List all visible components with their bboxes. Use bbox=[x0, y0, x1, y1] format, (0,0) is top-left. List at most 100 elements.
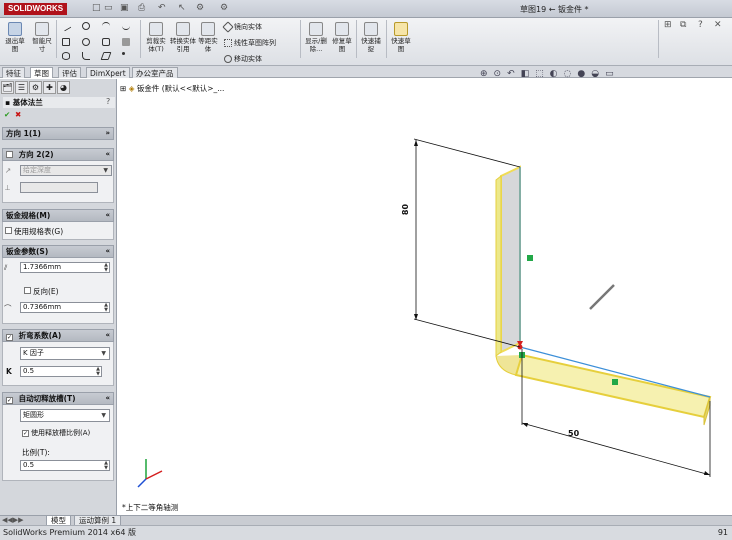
cancel-button[interactable]: ✖ bbox=[15, 110, 21, 119]
thickness-input[interactable]: 1.7366mm ▲ ▼ bbox=[20, 262, 110, 273]
tab-scroll-icon[interactable]: ◀◀▶▶ bbox=[2, 516, 24, 524]
bend-allowance-checkbox[interactable]: ✓ bbox=[6, 334, 13, 341]
view-settings-icon[interactable]: ▭ bbox=[605, 69, 614, 79]
print-icon[interactable]: ⎙ bbox=[138, 3, 145, 13]
previous-view-icon[interactable]: ↶ bbox=[507, 69, 515, 79]
plane-tool[interactable] bbox=[100, 52, 112, 60]
direction2-section[interactable]: 方向 2(2) « bbox=[2, 148, 114, 161]
solidworks-logo[interactable]: SOLIDWORKS bbox=[4, 3, 68, 15]
rectangle-tool[interactable] bbox=[62, 38, 70, 46]
tab-sketch[interactable]: 草图 bbox=[30, 67, 53, 78]
zoom-area-icon[interactable]: ⊙ bbox=[494, 69, 502, 79]
ellipse-tool[interactable] bbox=[62, 52, 70, 60]
sketch-relation-marker[interactable] bbox=[527, 255, 533, 261]
rapid-sketch-button[interactable]: 快速草图 bbox=[390, 22, 412, 53]
relief-ratio-option-label: 使用释放槽比例(A) bbox=[31, 429, 91, 437]
repair-sketch-button[interactable]: 修复草图 bbox=[332, 22, 352, 53]
line-icon bbox=[60, 20, 72, 32]
gauge-section[interactable]: 钣金规格(M) « bbox=[2, 209, 114, 222]
dimxpert-manager-tab-icon[interactable]: ✚ bbox=[43, 81, 56, 94]
help-icon[interactable]: ? bbox=[698, 20, 703, 30]
tab-features[interactable]: 特征 bbox=[2, 67, 25, 78]
display-manager-tab-icon[interactable]: ◕ bbox=[57, 81, 70, 94]
undo-icon[interactable]: ↶ bbox=[158, 3, 166, 13]
configuration-manager-tab-icon[interactable]: ⚙ bbox=[29, 81, 42, 94]
fillet-tool[interactable] bbox=[82, 52, 90, 60]
point-tool[interactable] bbox=[122, 52, 125, 55]
close-window-icon[interactable]: ✕ bbox=[714, 20, 722, 30]
trim-button[interactable]: 剪裁实体(T) bbox=[144, 22, 168, 53]
zoom-to-fit-icon[interactable]: ⊕ bbox=[480, 69, 488, 79]
tab-office-products[interactable]: 办公室产品 bbox=[132, 67, 178, 78]
arc-tool[interactable] bbox=[102, 22, 110, 30]
view-orientation-icon[interactable]: ⬚ bbox=[535, 69, 544, 79]
display-style-icon[interactable]: ◐ bbox=[550, 69, 558, 79]
offset-entities-button[interactable]: 等距实体 bbox=[198, 22, 218, 53]
help-question-icon[interactable]: ? bbox=[106, 97, 110, 106]
horizontal-flange-face[interactable] bbox=[514, 353, 712, 419]
sketch-relation-marker[interactable] bbox=[612, 379, 618, 385]
relief-ratio-checkbox[interactable]: ✓ bbox=[22, 430, 29, 437]
save-icon[interactable]: ▣ bbox=[120, 3, 129, 13]
k-factor-input[interactable]: 0.5 ▲ ▼ bbox=[20, 366, 102, 377]
smart-dimension-button[interactable]: 智能尺寸 bbox=[30, 22, 54, 53]
ratio-input[interactable]: 0.5 ▲ ▼ bbox=[20, 460, 110, 471]
bend-type-select[interactable]: K 因子 ▼ bbox=[20, 347, 110, 360]
horizontal-dimension-value[interactable]: 50 bbox=[568, 429, 579, 438]
collapse-chevron-icon: « bbox=[105, 247, 110, 255]
horizontal-dimension-line[interactable] bbox=[521, 422, 711, 476]
end-condition-select[interactable]: 给定深度 ▼ bbox=[20, 165, 112, 176]
window-cascade-icon[interactable]: ⧉ bbox=[680, 20, 686, 30]
direction1-section[interactable]: 方向 1(1) » bbox=[2, 127, 114, 140]
mirror-entities-button[interactable]: 镜向实体 bbox=[222, 21, 262, 33]
depth-input[interactable] bbox=[20, 182, 98, 193]
spline-tool[interactable] bbox=[122, 22, 130, 30]
hide-show-icon[interactable]: ◌ bbox=[564, 69, 572, 79]
auto-relief-checkbox[interactable]: ✓ bbox=[6, 397, 13, 404]
graphics-area[interactable]: ⊞ ◈ 钣金件 (默认<<默认>_... ⊕ ⊙ ↶ ◧ ⬚ ◐ ◌ ● ◒ ▭ bbox=[118, 69, 732, 515]
triad-x-axis bbox=[145, 470, 163, 480]
exit-sketch-button[interactable]: 退出草图 bbox=[4, 22, 26, 53]
scene-icon[interactable]: ◒ bbox=[591, 69, 599, 79]
sheet-metal-params-section[interactable]: 钣金参数(S) « bbox=[2, 245, 114, 258]
feature-manager-tab-icon[interactable]: 🗂 bbox=[1, 81, 14, 94]
spinner-icon[interactable]: ▲ ▼ bbox=[96, 367, 100, 377]
display-delete-relations-button[interactable]: 显示/删除... bbox=[304, 22, 328, 53]
rectangle-icon bbox=[62, 38, 70, 46]
use-gauge-checkbox[interactable] bbox=[5, 227, 12, 234]
window-tile-icon[interactable]: ⊞ bbox=[664, 20, 672, 30]
rebuild-icon[interactable]: ⚙ bbox=[196, 3, 204, 13]
spline-icon bbox=[122, 22, 130, 30]
circle-tool[interactable] bbox=[82, 22, 90, 30]
text-tool[interactable] bbox=[122, 38, 130, 46]
auto-relief-section[interactable]: ✓ 自动切释放槽(T) « bbox=[2, 392, 114, 405]
direction2-checkbox[interactable] bbox=[6, 151, 13, 158]
open-icon[interactable]: ▭ bbox=[104, 3, 113, 13]
spinner-icon[interactable]: ▲ ▼ bbox=[104, 461, 108, 471]
tab-evaluate[interactable]: 评估 bbox=[58, 67, 81, 78]
reverse-checkbox[interactable] bbox=[24, 287, 31, 294]
rapid-snaps-button[interactable]: 快速捕捉 bbox=[360, 22, 382, 53]
options-icon[interactable]: ⚙ bbox=[220, 3, 228, 13]
move-entities-button[interactable]: 移动实体 bbox=[224, 54, 262, 64]
feature-title: ▪ 基体法兰 bbox=[3, 97, 115, 108]
convert-entities-button[interactable]: 转换实体引用 bbox=[170, 22, 196, 53]
section-view-icon[interactable]: ◧ bbox=[521, 69, 530, 79]
new-icon[interactable]: □ bbox=[92, 3, 101, 13]
spinner-icon[interactable]: ▲ ▼ bbox=[104, 263, 108, 273]
bend-radius-input[interactable]: 0.7366mm ▲ ▼ bbox=[20, 302, 110, 313]
select-icon[interactable]: ↖ bbox=[178, 3, 186, 13]
bend-allowance-section[interactable]: ✓ 折弯系数(A) « bbox=[2, 329, 114, 342]
vertical-flange-face[interactable] bbox=[500, 165, 521, 354]
polygon-tool[interactable] bbox=[102, 38, 110, 46]
ok-button[interactable]: ✔ bbox=[4, 110, 10, 119]
line-tool[interactable] bbox=[60, 20, 72, 32]
relief-type-select[interactable]: 矩圆形 ▼ bbox=[20, 409, 110, 422]
vertical-dimension-value[interactable]: 80 bbox=[401, 204, 410, 215]
tab-dimxpert[interactable]: DimXpert bbox=[86, 67, 130, 78]
linear-pattern-button[interactable]: 线性草图阵列 bbox=[224, 38, 276, 48]
spinner-icon[interactable]: ▲ ▼ bbox=[104, 303, 108, 313]
edit-appearance-icon[interactable]: ● bbox=[577, 69, 585, 79]
property-manager-tab-icon[interactable]: ☰ bbox=[15, 81, 28, 94]
slot-tool[interactable] bbox=[82, 38, 90, 46]
